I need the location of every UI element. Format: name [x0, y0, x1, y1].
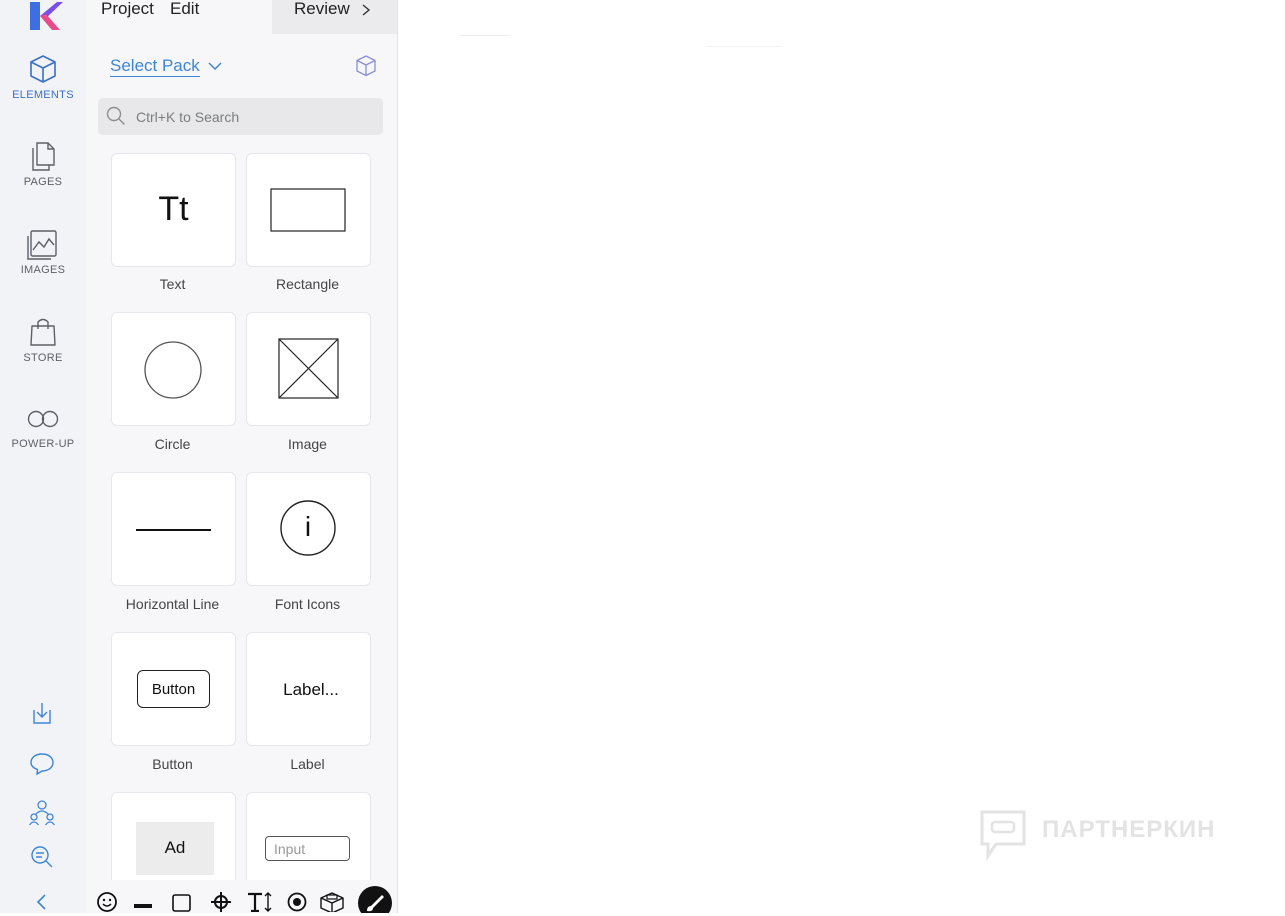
rail-item-images[interactable]: IMAGES [0, 228, 86, 276]
input-glyph-text: Input [274, 841, 306, 857]
rail-item-pages[interactable]: PAGES [0, 140, 86, 188]
team-button[interactable] [29, 798, 55, 826]
pack-cube-icon[interactable] [355, 54, 377, 78]
chevron-right-icon [362, 4, 371, 16]
text-glyph: Tt [158, 190, 189, 228]
rectangle-glyph [270, 188, 346, 232]
menu-review-label: Review [294, 0, 350, 18]
button-glyph-text: Button [151, 681, 196, 698]
pack-label: Select Pack [110, 56, 200, 77]
brush-tool-button[interactable] [358, 886, 392, 913]
element-tile-circle[interactable] [111, 312, 236, 426]
element-tile-button[interactable]: Button [111, 632, 236, 746]
element-tile-label[interactable]: Label... [246, 632, 371, 746]
ad-glyph: Ad [136, 822, 214, 875]
rail-label: ELEMENTS [12, 89, 74, 101]
left-rail: ELEMENTS PAGES IMAGES STORE POWER-UP [0, 0, 86, 913]
square-tool-button[interactable] [169, 884, 197, 912]
image-icon [27, 230, 57, 260]
elements-panel: Project Edit Review Select Pack Tt Text [86, 0, 398, 913]
circle-glyph [144, 341, 202, 399]
rail-item-power-up[interactable]: POWER-UP [0, 404, 86, 450]
element-label: Text [159, 276, 186, 292]
horizontal-line-glyph [136, 529, 211, 531]
element-label: Image [288, 436, 327, 452]
team-icon [29, 800, 55, 826]
element-tile-horizontal-line[interactable] [111, 472, 236, 586]
watermark: ПАРТНЕРКИН [978, 808, 1238, 862]
rail-label: PAGES [23, 176, 63, 188]
menu-project[interactable]: Project [101, 0, 154, 19]
rail-label: STORE [23, 352, 63, 364]
image-placeholder-glyph [278, 338, 339, 399]
download-icon [33, 703, 51, 724]
collapse-icon [36, 894, 46, 910]
search-box [98, 98, 383, 135]
blocks-tool-button[interactable] [318, 884, 346, 912]
shopping-bag-icon [30, 318, 56, 346]
zoom-button[interactable] [29, 844, 55, 870]
watermark-logo-icon [980, 810, 1026, 861]
emoji-button[interactable] [94, 884, 122, 912]
move-tool-button[interactable] [208, 884, 236, 912]
move-icon [211, 892, 231, 912]
search-icon [106, 106, 125, 125]
canvas-stroke-top-left [460, 35, 510, 36]
label-glyph-text: Label... [283, 680, 339, 699]
element-label: Rectangle [275, 276, 340, 292]
menu-review[interactable]: Review [272, 0, 397, 34]
radio-icon [287, 892, 307, 912]
element-tile-rectangle[interactable] [246, 153, 371, 267]
pages-icon [32, 142, 55, 171]
menu-bar: Project Edit Review [86, 0, 397, 34]
cube-icon [30, 55, 56, 83]
text-size-button[interactable] [246, 884, 274, 912]
rail-label: IMAGES [20, 264, 66, 276]
input-glyph: Input [265, 836, 350, 861]
element-label: Circle [154, 436, 191, 452]
element-tile-image[interactable] [246, 312, 371, 426]
app-logo[interactable] [27, 0, 65, 32]
element-tile-font-icons[interactable]: i [246, 472, 371, 586]
button-glyph: Button [137, 670, 210, 708]
element-label: Horizontal Line [125, 596, 220, 612]
emoji-icon [97, 892, 117, 912]
rail-item-elements[interactable]: ELEMENTS [0, 53, 86, 101]
pack-selector[interactable]: Select Pack [110, 56, 222, 80]
canvas-stroke-top-right [706, 46, 782, 47]
element-label: Label [290, 756, 325, 772]
download-button[interactable] [29, 700, 55, 726]
comment-button[interactable] [29, 750, 55, 776]
element-label: Button [152, 756, 193, 772]
watermark-text: ПАРТНЕРКИН [1042, 816, 1216, 843]
brush-icon [358, 886, 392, 913]
radio-tool-button[interactable] [283, 884, 311, 912]
element-label: Font Icons [274, 596, 341, 612]
infinity-icon [27, 410, 59, 428]
rail-label: POWER-UP [11, 438, 75, 450]
element-tile-text[interactable]: Tt [111, 153, 236, 267]
rail-item-store[interactable]: STORE [0, 316, 86, 364]
ad-glyph-text: Ad [164, 838, 186, 857]
font-icon-glyph: i [304, 511, 312, 542]
square-icon [172, 894, 191, 912]
chevron-down-icon [208, 62, 222, 71]
blocks-icon [320, 892, 344, 912]
search-input[interactable] [136, 98, 376, 135]
line-tool-button[interactable] [130, 884, 158, 912]
quick-toolbar [86, 880, 397, 913]
line-icon [134, 904, 152, 908]
menu-edit[interactable]: Edit [170, 0, 199, 19]
design-canvas[interactable]: ПАРТНЕРКИН [398, 0, 1285, 913]
collapse-button[interactable] [29, 890, 55, 916]
comment-icon [30, 753, 54, 776]
zoom-icon [31, 846, 53, 868]
text-size-icon [248, 892, 272, 912]
